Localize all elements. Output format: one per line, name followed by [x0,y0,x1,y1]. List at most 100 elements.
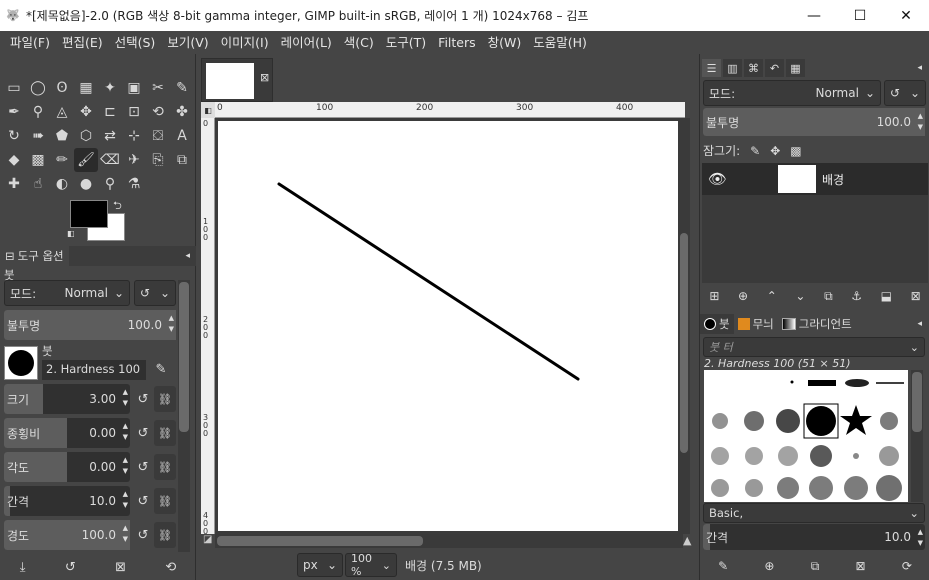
reset-param-icon[interactable]: ↺ [132,523,154,547]
text-icon[interactable]: A [170,124,194,148]
menu-image[interactable]: 이미지(I) [215,31,275,54]
spin-arrows-icon[interactable]: ▲ ▼ [123,421,128,443]
canvas-vertical-scrollbar[interactable] [678,118,690,534]
minimize-button[interactable]: — [791,0,837,31]
quick-mask-corner-icon[interactable]: ◧ [201,102,215,118]
shear-icon[interactable]: ➠ [26,124,50,148]
3d-transform-icon[interactable]: ⬡ [74,124,98,148]
free-select-icon[interactable]: ʘ [50,76,74,100]
crop-icon[interactable]: ⊡ [122,100,146,124]
menu-layer[interactable]: 레이어(L) [275,31,338,54]
lock-alpha-icon[interactable]: ▩ [790,144,801,158]
scissors-select-icon[interactable]: ✂ [146,76,170,100]
unified-transform-icon[interactable]: ⟲ [146,100,170,124]
restore-icon[interactable]: ↺ [65,560,76,575]
drawing-canvas[interactable] [218,121,678,531]
vertical-ruler[interactable]: 0 100 200 300 400 [201,118,215,536]
menu-filters[interactable]: Filters [432,31,481,54]
lock-position-icon[interactable]: ✥ [770,144,780,158]
tab-brushes[interactable]: 붓 [700,314,734,334]
spin-arrows-icon[interactable]: ▲ ▼ [123,455,128,477]
menu-edit[interactable]: 편집(E) [56,31,109,54]
panel-menu-icon[interactable]: ◂ [917,319,922,329]
swap-colors-icon[interactable]: ⮌ [113,197,122,216]
handle-transform-icon[interactable]: ⊹ [122,124,146,148]
panel-menu-icon[interactable]: ◂ [185,251,190,261]
reset-param-icon[interactable]: ↺ [132,489,154,513]
measure-icon[interactable]: ◬ [50,100,74,124]
tool-options-scrollbar[interactable] [178,280,190,552]
mode-dropdown[interactable]: 모드: Normal ⌄ [4,280,130,306]
link-dynamics-icon[interactable]: ⛓ [154,386,176,412]
duplicate-brush-icon[interactable]: ⧉ [811,559,820,574]
blur-icon[interactable]: ● [74,172,98,196]
close-tab-icon[interactable]: ⊠ [260,71,269,84]
brush-grid-scrollbar[interactable] [911,370,923,502]
horizontal-ruler[interactable]: 0 100 200 300 400 [215,102,685,118]
reset-param-icon[interactable]: ↺ [132,387,154,411]
new-brush-icon[interactable]: ⊕ [764,559,774,573]
brush-tags-field[interactable]: Basic, ⌄ [703,503,925,523]
navigate-icon[interactable]: ▲ [683,534,691,547]
foreground-select-icon[interactable]: ▦ [74,76,98,100]
ink-icon[interactable]: ⚲ [98,172,122,196]
merge-layer-icon[interactable]: ⬓ [881,289,892,303]
layers-tab-icon[interactable]: ☰ [702,59,721,77]
tab-patterns[interactable]: 무늬 [734,314,778,334]
raise-layer-icon[interactable]: ⌃ [767,289,777,303]
layer-opacity-slider[interactable]: 불투명 100.0 ▲ ▼ [703,108,925,136]
layer-mode-dropdown[interactable]: 모드: Normal ⌄ [703,80,881,106]
duplicate-layer-icon[interactable]: ⧉ [824,289,833,304]
paths-icon[interactable]: ✎ [170,76,194,100]
param-slider[interactable]: 경도 100.0 ▲ ▼ [4,520,130,550]
menu-view[interactable]: 보기(V) [161,31,214,54]
lock-pixels-icon[interactable]: ✎ [750,144,760,158]
tab-gradients[interactable]: 그라디언트 [778,314,856,334]
dodge-icon[interactable]: ◐ [50,172,74,196]
gegl-icon[interactable]: ⚗ [122,172,146,196]
foreground-color[interactable] [70,200,108,228]
brush-preview[interactable] [4,346,38,380]
tab-tool-options[interactable]: ⊟ 도구 옵션 [0,246,69,266]
new-layer-group-icon[interactable]: ⊞ [709,289,719,303]
refresh-brushes-icon[interactable]: ⟳ [902,559,912,573]
clone-icon[interactable]: ⎘ [146,148,170,172]
paintbrush-icon[interactable]: 🖌 [74,148,98,172]
menu-help[interactable]: 도움말(H) [527,31,593,54]
link-dynamics-icon[interactable]: ⛓ [154,454,176,480]
rect-select-icon[interactable]: ▭ [2,76,26,100]
visibility-eye-icon[interactable]: 👁 [708,170,736,188]
heal-icon[interactable]: ✚ [2,172,26,196]
spin-arrows-icon[interactable]: ▲ ▼ [123,489,128,511]
brush-grid[interactable] [704,370,908,502]
menu-colors[interactable]: 색(C) [338,31,380,54]
layer-row[interactable]: 👁 배경 [702,163,928,195]
eraser-icon[interactable]: ⌫ [98,148,122,172]
reset-colors-icon[interactable]: ◧ [67,229,75,238]
mypaint-brush-icon[interactable]: ▩ [26,148,50,172]
menu-file[interactable]: 파일(F) [4,31,56,54]
anchor-layer-icon[interactable]: ⚓ [851,289,862,303]
param-slider[interactable]: 종횡비 0.00 ▲ ▼ [4,418,130,448]
delete-layer-icon[interactable]: ⊠ [911,289,921,303]
spin-arrows-icon[interactable]: ▲ ▼ [918,527,923,549]
param-slider[interactable]: 간격 10.0 ▲ ▼ [4,486,130,516]
layer-composite-dropdown[interactable]: ↺ ⌄ [884,80,926,106]
scrollbar-thumb[interactable] [680,233,688,453]
blend-icon[interactable]: ◆ [2,148,26,172]
smudge-icon[interactable]: ☝ [26,172,50,196]
airbrush-icon[interactable]: ✈ [122,148,146,172]
delete-brush-icon[interactable]: ⊠ [856,559,866,573]
panel-menu-icon[interactable]: ◂ [917,63,922,73]
unit-dropdown[interactable]: px ⌄ [297,553,343,577]
maximize-button[interactable]: ☐ [837,0,883,31]
zoom-icon[interactable]: ⚲ [26,100,50,124]
spin-arrows-icon[interactable]: ▲ ▼ [169,313,174,335]
move-icon[interactable]: ✥ [74,100,98,124]
delete-icon[interactable]: ⊠ [115,560,126,575]
image-tab[interactable]: ⊠ [201,58,273,102]
perspective-clone-icon[interactable]: ⧉ [170,148,194,172]
scrollbar-thumb[interactable] [912,372,922,432]
pencil-icon[interactable]: ✏ [50,148,74,172]
reset-param-icon[interactable]: ↺ [132,421,154,445]
